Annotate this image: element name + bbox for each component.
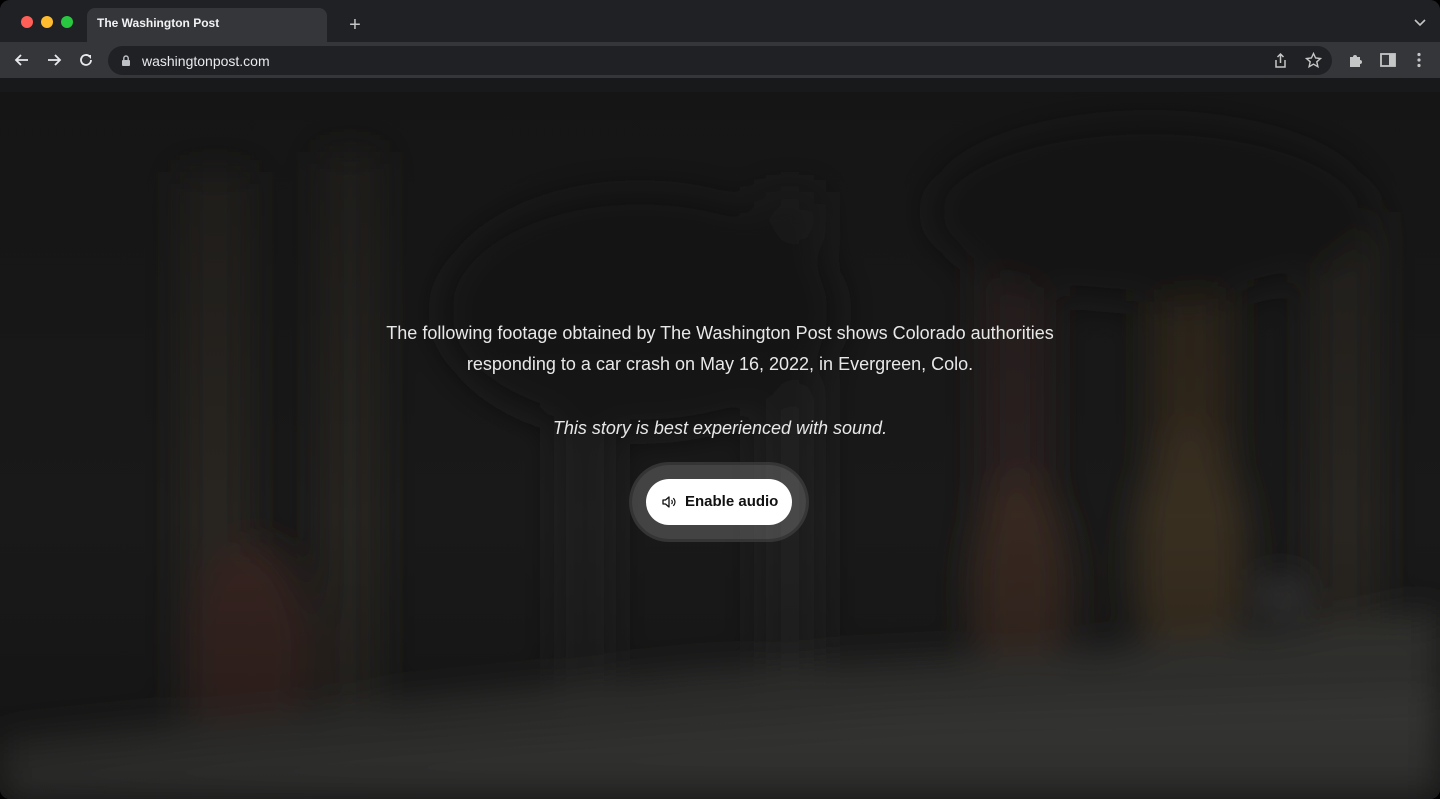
forward-icon[interactable]	[44, 50, 64, 70]
reload-icon[interactable]	[76, 50, 96, 70]
toolbar-divider	[0, 78, 1440, 92]
enable-audio-label: Enable audio	[685, 493, 779, 510]
minimize-window-button[interactable]	[41, 16, 53, 28]
blurred-footage-background	[0, 92, 1440, 799]
sound-hint: This story is best experienced with soun…	[552, 418, 888, 438]
story-intro-page: The following footage obtained by The Wa…	[0, 92, 1440, 799]
story-caption: The following footage obtained by The Wa…	[386, 323, 1054, 374]
side-panel-icon[interactable]	[1378, 50, 1398, 70]
back-icon[interactable]	[12, 50, 32, 70]
browser-toolbar: washingtonpost.com	[0, 42, 1440, 78]
extensions-icon[interactable]	[1346, 50, 1366, 70]
share-icon[interactable]	[1272, 52, 1289, 69]
browser-tab[interactable]: The Washington Post	[87, 8, 327, 42]
speaker-icon	[661, 494, 677, 510]
address-bar[interactable]: washingtonpost.com	[108, 46, 1332, 75]
tab-strip: The Washington Post +	[0, 0, 1440, 42]
tab-list-chevron-icon[interactable]	[1412, 14, 1428, 30]
tab-title: The Washington Post	[97, 16, 220, 30]
maximize-window-button[interactable]	[61, 16, 73, 28]
browser-window: The Washington Post + washingtonpost.com	[0, 0, 1440, 799]
close-window-button[interactable]	[21, 16, 33, 28]
enable-audio-button[interactable]: Enable audio	[646, 479, 792, 525]
more-menu-icon[interactable]	[1409, 50, 1429, 70]
new-tab-button[interactable]: +	[343, 13, 367, 37]
lock-icon[interactable]	[120, 54, 132, 67]
bookmark-star-icon[interactable]	[1304, 51, 1323, 69]
url-text[interactable]: washingtonpost.com	[142, 53, 270, 69]
